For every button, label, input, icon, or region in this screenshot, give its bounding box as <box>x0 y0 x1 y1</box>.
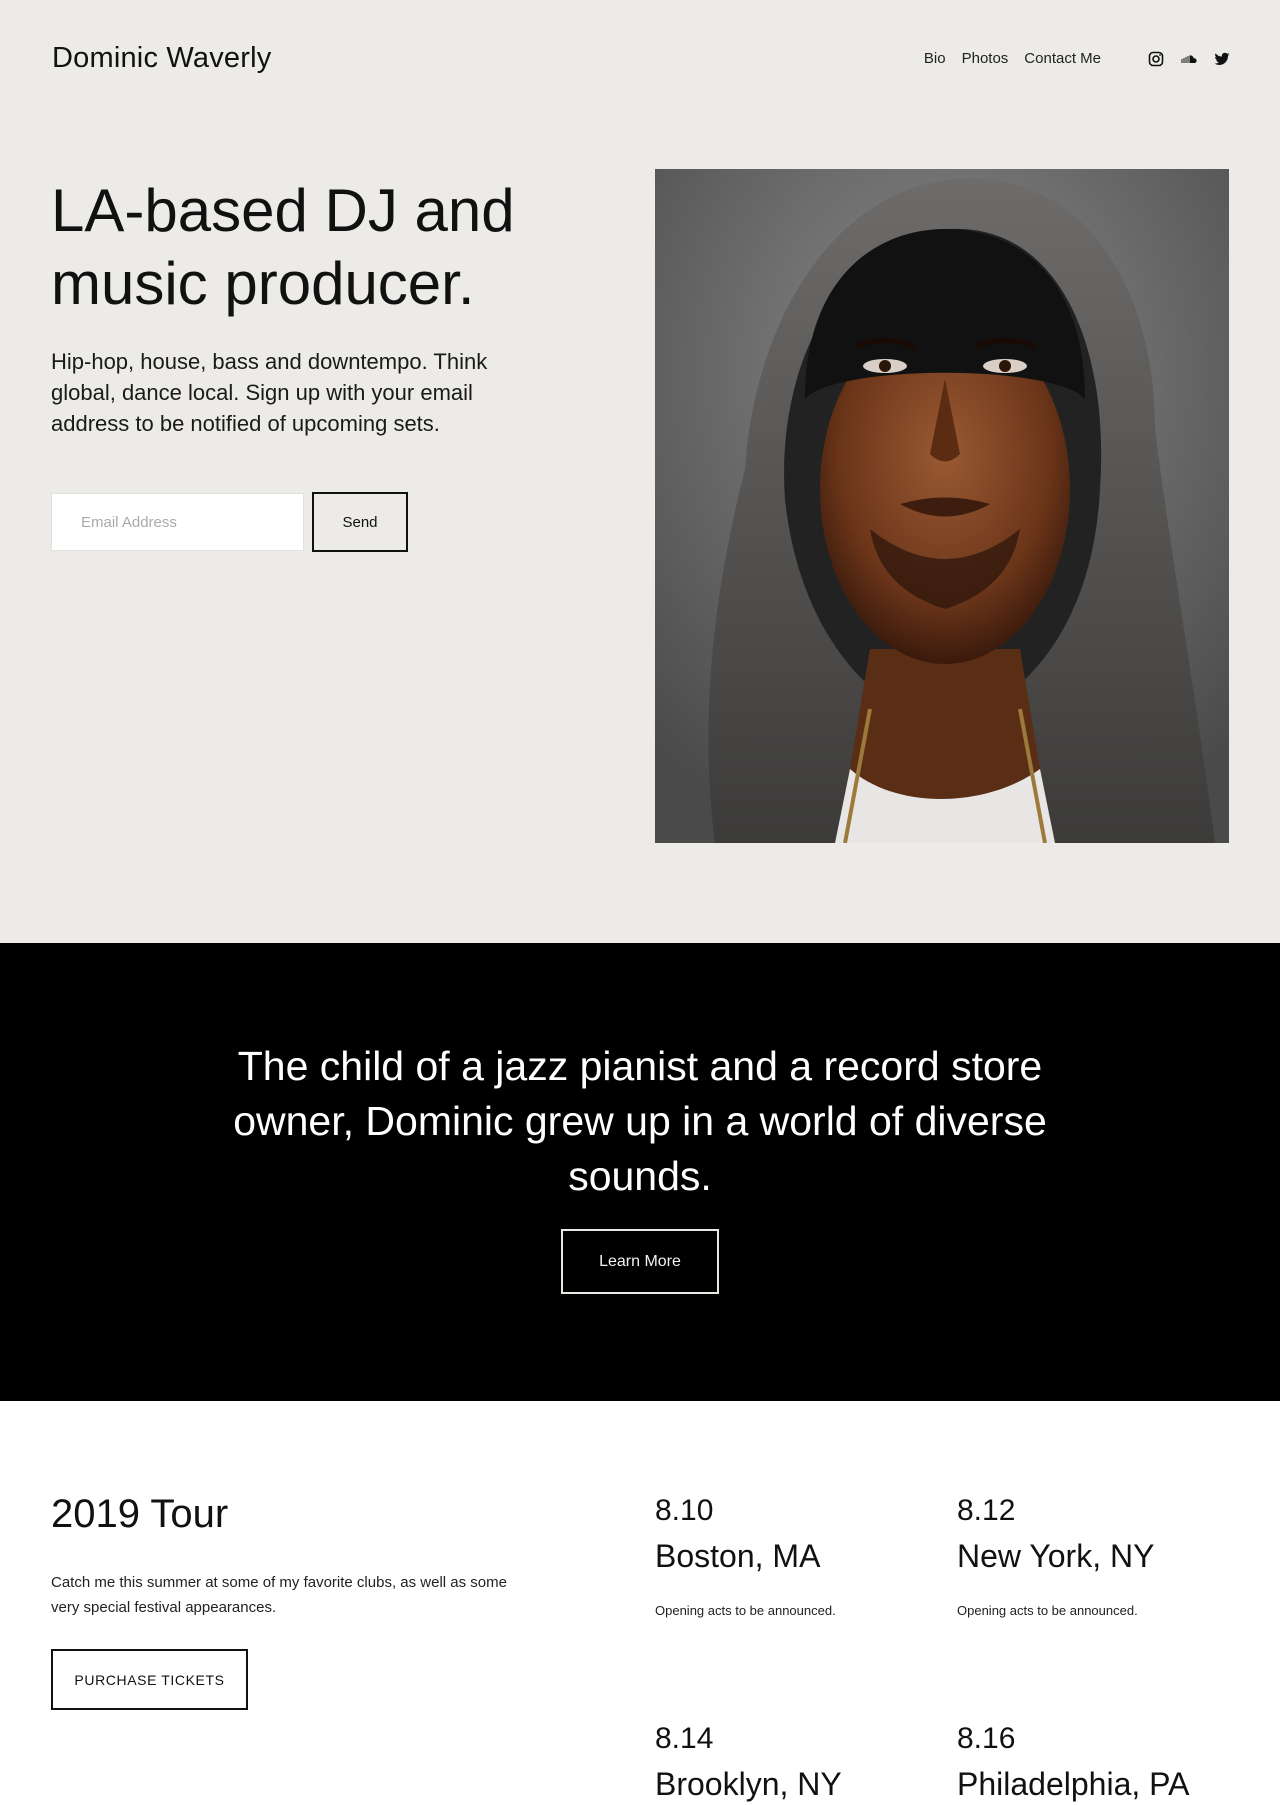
hero-subcopy: Hip-hop, house, bass and downtempo. Thin… <box>51 349 488 436</box>
tour-city: Brooklyn, NY <box>655 1766 842 1802</box>
tour-date-item: 8.12 New York, NY Opening acts to be ann… <box>957 1493 1247 1618</box>
tour-description: Catch me this summer at some of my favor… <box>51 1574 507 1616</box>
hero-section: Dominic Waverly Bio Photos Contact Me LA… <box>0 0 1280 943</box>
nav-link-contact[interactable]: Contact Me <box>1024 50 1101 67</box>
email-field[interactable] <box>51 493 304 551</box>
tour-date: 8.14 <box>655 1722 714 1755</box>
hero-headline: LA-based DJ and music producer. <box>51 177 515 317</box>
tour-note: Opening acts to be announced. <box>655 1603 836 1618</box>
portrait-illustration <box>655 169 1229 843</box>
twitter-icon[interactable] <box>1214 51 1230 67</box>
tour-date-item: 8.14 Brooklyn, NY <box>655 1721 945 1805</box>
purchase-tickets-button[interactable]: PURCHASE TICKETS <box>51 1649 248 1710</box>
tour-note: Opening acts to be announced. <box>957 1603 1138 1618</box>
tour-city: Boston, MA <box>655 1538 821 1574</box>
tour-date: 8.16 <box>957 1722 1016 1755</box>
instagram-icon[interactable] <box>1148 51 1164 67</box>
tour-city: New York, NY <box>957 1538 1155 1574</box>
site-title[interactable]: Dominic Waverly <box>52 42 271 75</box>
main-nav: Bio Photos Contact Me <box>908 50 1230 67</box>
social-links <box>1131 51 1230 67</box>
portrait-image <box>655 169 1229 843</box>
nav-link-photos[interactable]: Photos <box>962 50 1009 67</box>
learn-more-button[interactable]: Learn More <box>561 1229 719 1294</box>
send-button[interactable]: Send <box>312 492 408 552</box>
tour-date-item: 8.16 Philadelphia, PA <box>957 1721 1247 1805</box>
tour-city: Philadelphia, PA <box>957 1766 1190 1802</box>
tour-title: 2019 Tour <box>51 1492 229 1536</box>
nav-link-bio[interactable]: Bio <box>924 50 946 67</box>
bio-quote: The child of a jazz pianist and a record… <box>233 1043 1047 1199</box>
tour-date: 8.10 <box>655 1494 714 1527</box>
soundcloud-icon[interactable] <box>1181 51 1197 67</box>
tour-date-item: 8.10 Boston, MA Opening acts to be annou… <box>655 1493 945 1618</box>
tour-date: 8.12 <box>957 1494 1016 1527</box>
